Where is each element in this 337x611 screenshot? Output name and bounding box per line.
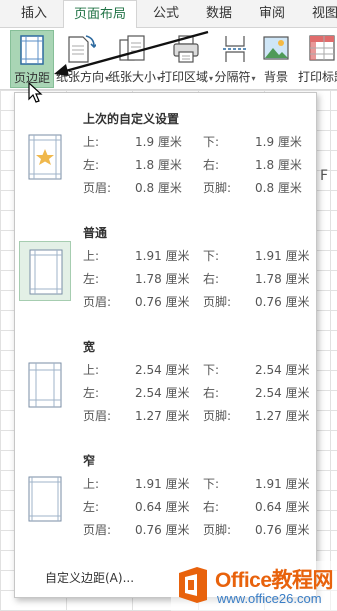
annotation-arrow-icon [54, 30, 209, 76]
mouse-cursor-icon [28, 82, 43, 103]
watermark-name: Office教程网 [215, 569, 334, 592]
office-logo-icon [179, 567, 207, 603]
watermark: Office教程网 www.office26.com [171, 561, 337, 611]
watermark-url: www.office26.com [217, 591, 322, 606]
